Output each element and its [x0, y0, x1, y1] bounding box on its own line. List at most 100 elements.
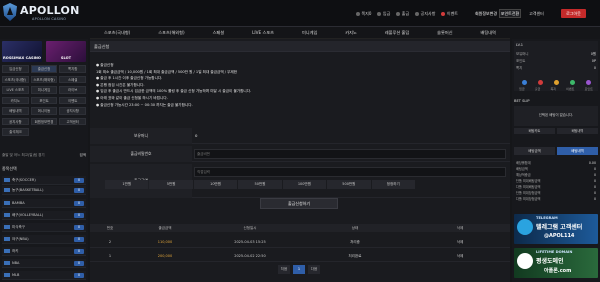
amount-button[interactable]: 5만원 [149, 180, 193, 189]
amount-button[interactable]: 500만원 [327, 180, 371, 189]
left-menu-item[interactable]: 출석체크 [2, 128, 29, 136]
amount-button[interactable]: 10만원 [193, 180, 238, 189]
amount-button[interactable]: 50만원 [238, 180, 282, 189]
delete-button[interactable]: 삭제 [410, 250, 510, 261]
sport-item[interactable]: 야구(NBA) 0 [2, 235, 86, 244]
event-icon[interactable] [569, 80, 575, 85]
sport-item[interactable]: 축구(SOCCER) 0 [2, 176, 86, 185]
point-icon[interactable] [585, 80, 591, 85]
logout-button[interactable]: 로그아웃 [561, 9, 586, 18]
quick-label: 포인트 [584, 87, 593, 91]
summary-item: 다폴 최대당첨금액 0 [516, 196, 596, 202]
telegram-banner[interactable]: TELEGRAM 텔레그램 고객센터 @APOL114 [514, 214, 598, 244]
table-row: 1 200,000 2025-04-02 22:50 처리완료 삭제 [90, 250, 510, 262]
mail-icon [356, 12, 360, 16]
table-row: 2 110,000 2025-04-03 15:25 처리중 삭제 [90, 236, 510, 248]
slot-promo-banner[interactable]: SLOT [46, 41, 86, 62]
flag-icon [4, 249, 10, 253]
sport-name: NBA [12, 261, 20, 265]
sport-name: 배구(VOLLEYBALL) [12, 212, 44, 217]
nav-bet-history[interactable]: 배팅내역 [481, 30, 496, 36]
nav-minigame[interactable]: 미니게임 [302, 30, 317, 36]
withdraw-submit-button[interactable]: 출금신청하기 [260, 198, 338, 209]
quick-label: 입금 [519, 87, 525, 91]
point-exchange-button[interactable]: 포인트전환 [499, 9, 521, 18]
sport-item[interactable]: 배구(VOLLEYBALL) 0 [2, 211, 86, 220]
column-header: 삭제 [456, 226, 464, 230]
left-menu-item[interactable]: LIVE 스포츠 [2, 86, 29, 94]
tab-bet-cart[interactable]: 배팅카트 [514, 128, 555, 134]
nav-live-sports[interactable]: LIVE 스포츠 [252, 30, 274, 36]
nav-sports-overseas[interactable]: 스포츠(해외형) [158, 30, 184, 36]
left-menu-item[interactable]: 카지노 [2, 96, 29, 104]
sport-item[interactable]: 하키 0 [2, 247, 86, 256]
left-menu-item[interactable]: 고객센터 [59, 117, 87, 125]
top-link-message[interactable]: 쪽지0 [356, 11, 371, 17]
password-input[interactable]: 출금비번 [194, 149, 506, 159]
info-value: 0원 [590, 52, 596, 56]
page-first-button[interactable]: 처음 [278, 265, 290, 274]
left-menu-item[interactable]: 출금신청 [30, 65, 58, 73]
message-icon[interactable] [553, 80, 559, 85]
sport-item[interactable]: BAMBA 0 [2, 199, 86, 208]
left-menu-item[interactable]: 라이브 [59, 86, 87, 94]
mypage-button[interactable]: 회원정보변경 [474, 9, 498, 18]
sport-item[interactable]: NBA 0 [2, 259, 86, 268]
left-menu-item[interactable]: 입금신청 [2, 65, 29, 73]
top-link-event[interactable]: 이벤트 [441, 11, 458, 17]
left-menu-item[interactable]: 스페셜 [59, 75, 87, 83]
top-link-notice[interactable]: 공지사항 [415, 11, 435, 17]
flag-icon [4, 201, 10, 205]
left-menu-item[interactable]: 배팅내역 [2, 107, 29, 115]
amount-reset-button[interactable]: 정정하기 [371, 180, 415, 189]
sport-item[interactable]: 농구(BASKETBALL) 0 [2, 186, 86, 195]
nav-slot[interactable]: 슬롯머신 [437, 30, 452, 36]
customer-center-button[interactable]: 고객센터 [523, 9, 550, 18]
nav-holdem[interactable]: 레볼루션 홀덤 [385, 30, 409, 36]
delete-button[interactable]: 삭제 [410, 236, 510, 247]
column-header: 출금금액 [158, 226, 172, 230]
event-icon [441, 12, 446, 16]
left-menu-item[interactable]: 포인트 [30, 96, 58, 104]
left-menu-item[interactable]: 공지사항 [59, 107, 87, 115]
page-next-button[interactable]: 다음 [308, 265, 320, 274]
tab-bet-history[interactable]: 배팅내역 [557, 128, 598, 134]
info-label: 포인트 [516, 59, 526, 63]
top-link-withdraw[interactable]: 출금 [396, 11, 409, 17]
amount-button[interactable]: 1만원 [105, 180, 149, 189]
withdraw-icon[interactable] [537, 80, 543, 85]
left-menu-item[interactable]: 공지사항 [2, 117, 29, 125]
tab-bet-list[interactable]: 배팅내역 [557, 147, 598, 155]
deposit-icon[interactable] [521, 80, 527, 85]
quick-icons [516, 80, 596, 85]
sport-item[interactable]: 미식축구 0 [2, 223, 86, 232]
domain-banner[interactable]: LIFETIME DOMAIN 평생도메인 아폴론.com [514, 248, 598, 278]
bet-slip-title: BET SLIP [514, 99, 530, 103]
brand-logo[interactable]: APOLLON APOLLON CASINO [3, 3, 89, 23]
top-link-deposit[interactable]: 입금 [377, 11, 390, 17]
amount-button[interactable]: 100만원 [282, 180, 327, 189]
left-menu-item[interactable]: 이벤트 [59, 96, 87, 104]
bet-summary-list: 배당률합계 0.00 배팅금액 0 예상적중금 0 단폴 최대배팅금액 0 다폴 최대배… [516, 160, 596, 202]
sport-category-title: 종목선택 [2, 166, 17, 171]
tab-bet-amount[interactable]: 배팅금액 [514, 147, 555, 155]
left-menu-item[interactable]: 미니게임 [30, 86, 58, 94]
left-menu-item[interactable]: 회원정보변경 [30, 117, 58, 125]
left-menu-item[interactable]: 머니이동 [30, 107, 58, 115]
casino-promo-banner[interactable]: ROSSIMAX CASINO [2, 41, 42, 62]
left-menu-item[interactable]: 스포츠(국내형) [2, 75, 29, 83]
flag-icon [4, 178, 10, 182]
left-menu-item[interactable]: 쪽지함 [59, 65, 87, 73]
sport-item[interactable]: MLB 0 [2, 271, 86, 280]
column-header: 신청일시 [243, 226, 257, 230]
nav-sports-domestic[interactable]: 스포츠(국내형) [104, 30, 130, 36]
amount-input[interactable]: 직접입력 [194, 167, 506, 177]
left-menu-item[interactable]: 스포츠(해외형) [30, 75, 58, 83]
page-number-button[interactable]: 1 [293, 265, 305, 274]
nav-special[interactable]: 스페셜 [213, 30, 225, 36]
summary-label: 단폴 최대배팅금액 [516, 179, 541, 183]
nav-casino[interactable]: 카지노 [345, 30, 357, 36]
left-notice-search[interactable]: 검색 [80, 153, 86, 158]
notice-line: ● 출금신청 [96, 63, 114, 67]
top-links: 쪽지0 입금 출금 공지사항 이벤트 [356, 10, 458, 18]
